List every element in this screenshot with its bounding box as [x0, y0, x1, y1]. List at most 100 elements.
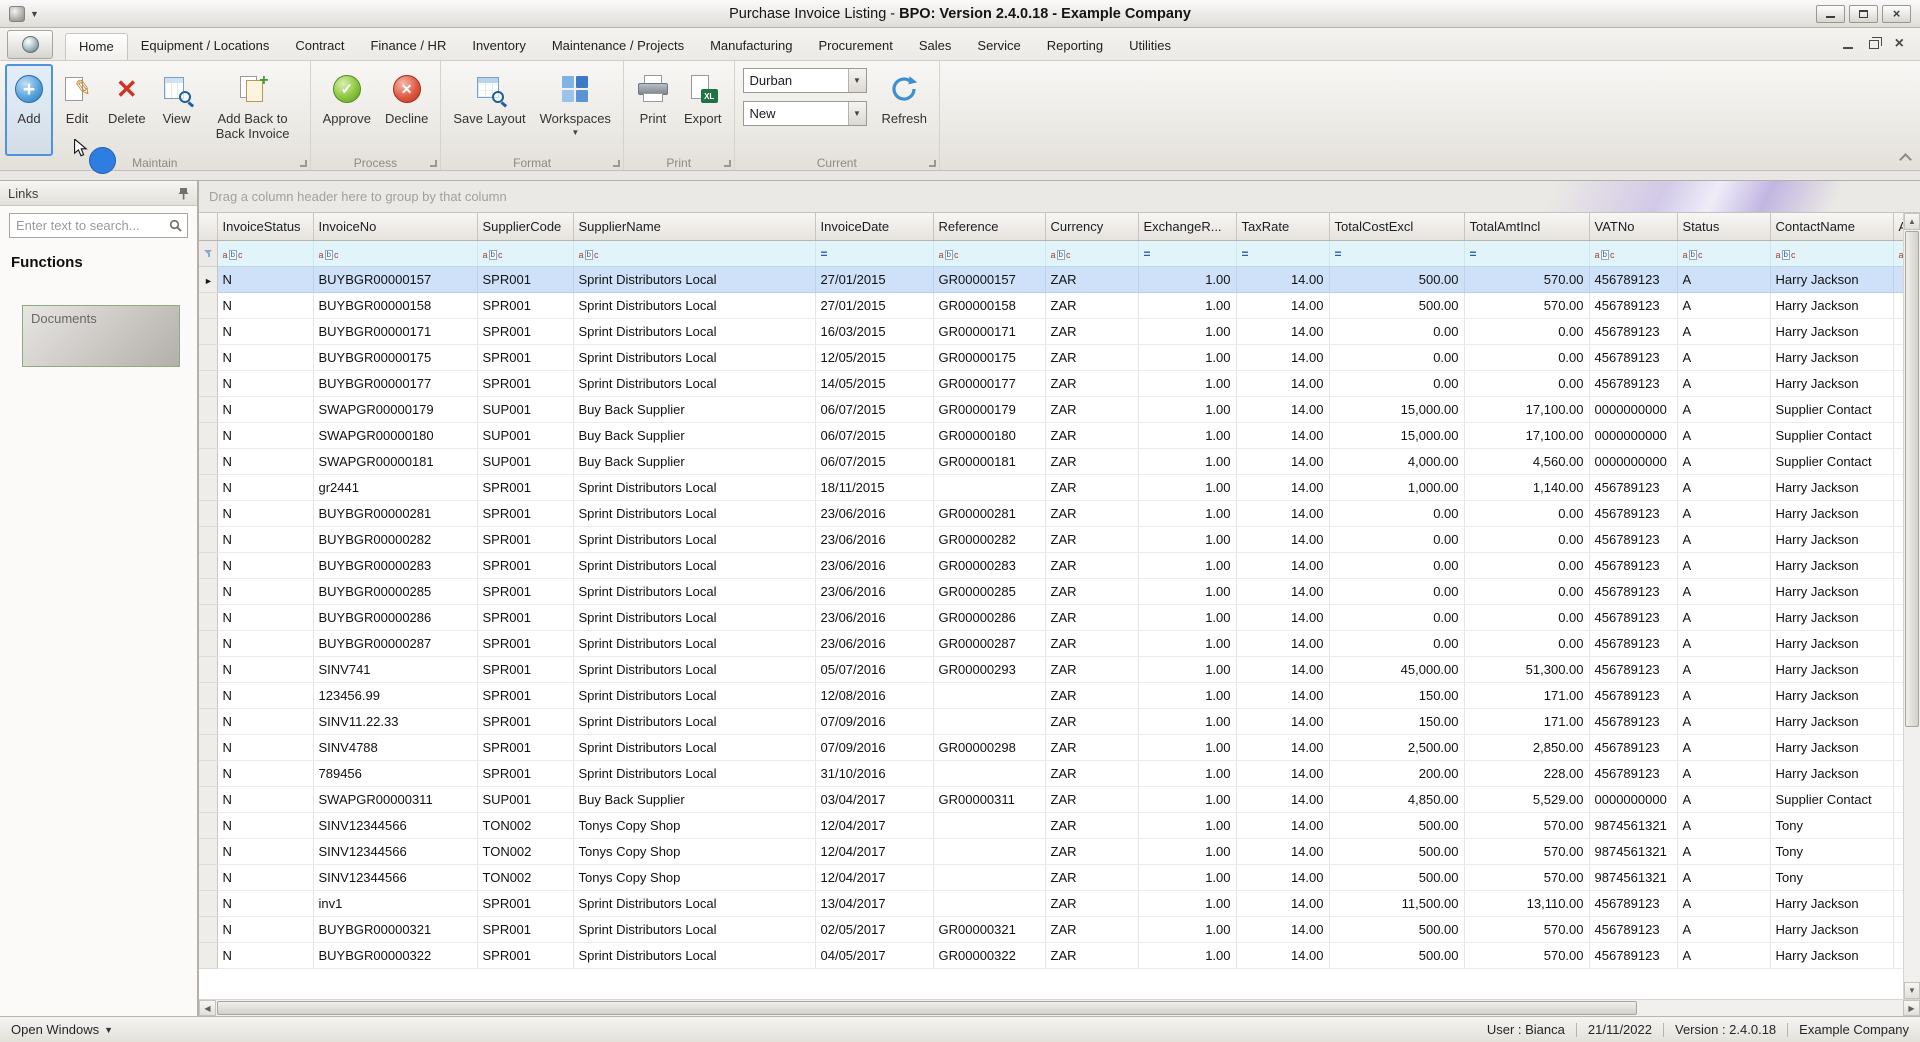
grid-cell[interactable]: 31/10/2016 [815, 760, 933, 786]
grid-cell[interactable]: 1.00 [1138, 890, 1236, 916]
grid-cell[interactable]: ZAR [1045, 292, 1138, 318]
grid-cell[interactable]: 0.00 [1329, 370, 1464, 396]
quick-access-caret-icon[interactable]: ▼ [30, 9, 39, 19]
filter-cell-suppliername[interactable]: abc [573, 240, 815, 266]
grid-cell[interactable]: 0.00 [1464, 526, 1589, 552]
grid-cell[interactable]: 0000000000 [1589, 448, 1677, 474]
filter-cell-invoicedate[interactable]: = [815, 240, 933, 266]
grid-cell[interactable]: Harry Jackson [1770, 708, 1893, 734]
grid-cell[interactable]: Harry Jackson [1770, 942, 1893, 968]
grid-cell[interactable]: SPR001 [477, 292, 573, 318]
grid-cell[interactable]: 14.00 [1236, 786, 1329, 812]
grid-cell[interactable]: N [217, 396, 313, 422]
tab-maintenance-projects[interactable]: Maintenance / Projects [539, 33, 697, 60]
grid-cell[interactable]: A [1677, 552, 1770, 578]
grid-cell[interactable]: 456789123 [1589, 526, 1677, 552]
grid-cell[interactable]: 14.00 [1236, 864, 1329, 890]
grid-cell[interactable]: Tonys Copy Shop [573, 812, 815, 838]
approve-button[interactable]: ✓ Approve [316, 64, 378, 156]
filter-cell-invoicestatus[interactable]: abc [217, 240, 313, 266]
grid-cell[interactable]: A [1677, 578, 1770, 604]
grid-cell[interactable]: 1.00 [1138, 812, 1236, 838]
grid-cell[interactable]: Sprint Distributors Local [573, 266, 815, 292]
grid-cell[interactable]: 23/06/2016 [815, 552, 933, 578]
grid-cell[interactable]: A [1677, 812, 1770, 838]
column-header-taxrate[interactable]: TaxRate [1236, 213, 1329, 240]
grid-cell[interactable]: 500.00 [1329, 812, 1464, 838]
grid-cell[interactable]: 171.00 [1464, 682, 1589, 708]
minimize-button[interactable] [1816, 5, 1845, 23]
grid-cell[interactable]: Harry Jackson [1770, 370, 1893, 396]
grid-cell[interactable]: SPR001 [477, 474, 573, 500]
grid-cell[interactable]: N [217, 708, 313, 734]
grid-cell[interactable]: BUYBGR00000321 [313, 916, 477, 942]
grid-cell[interactable]: 14.00 [1236, 578, 1329, 604]
grid-cell[interactable]: A [1677, 396, 1770, 422]
grid-cell[interactable]: Harry Jackson [1770, 604, 1893, 630]
grid-cell[interactable]: 11,500.00 [1329, 890, 1464, 916]
grid-cell[interactable]: 06/07/2015 [815, 448, 933, 474]
grid-cell[interactable]: SPR001 [477, 344, 573, 370]
grid-cell[interactable]: 0.00 [1329, 526, 1464, 552]
grid-cell[interactable]: 23/06/2016 [815, 604, 933, 630]
grid-cell[interactable]: SINV741 [313, 656, 477, 682]
grid-cell[interactable]: SPR001 [477, 604, 573, 630]
grid-cell[interactable]: 05/07/2016 [815, 656, 933, 682]
grid-cell[interactable]: Sprint Distributors Local [573, 604, 815, 630]
grid-cell[interactable]: A [1677, 838, 1770, 864]
grid-cell[interactable]: A [1677, 604, 1770, 630]
grid-cell[interactable]: N [217, 500, 313, 526]
grid-cell[interactable]: TON002 [477, 812, 573, 838]
grid-cell[interactable]: ZAR [1045, 422, 1138, 448]
grid-cell[interactable]: 9874561321 [1589, 812, 1677, 838]
grid-cell[interactable]: ZAR [1045, 552, 1138, 578]
grid-cell[interactable]: SINV12344566 [313, 864, 477, 890]
grid-cell[interactable]: 14.00 [1236, 630, 1329, 656]
table-row[interactable]: N789456SPR001Sprint Distributors Local31… [199, 760, 1920, 786]
grid-cell[interactable]: N [217, 734, 313, 760]
grid-cell[interactable]: 23/06/2016 [815, 500, 933, 526]
tab-finance-hr[interactable]: Finance / HR [357, 33, 459, 60]
grid-cell[interactable]: Tonys Copy Shop [573, 864, 815, 890]
tab-utilities[interactable]: Utilities [1116, 33, 1184, 60]
grid-cell[interactable]: 14.00 [1236, 942, 1329, 968]
grid-cell[interactable]: 1,000.00 [1329, 474, 1464, 500]
grid-cell[interactable] [933, 682, 1045, 708]
grid-cell[interactable]: 1.00 [1138, 292, 1236, 318]
grid-cell[interactable]: 456789123 [1589, 734, 1677, 760]
grid-cell[interactable]: 1.00 [1138, 708, 1236, 734]
grid-cell[interactable]: 14.00 [1236, 448, 1329, 474]
grid-cell[interactable]: Harry Jackson [1770, 552, 1893, 578]
grid-cell[interactable]: ZAR [1045, 630, 1138, 656]
grid-cell[interactable]: GR00000285 [933, 578, 1045, 604]
grid-cell[interactable]: N [217, 942, 313, 968]
table-row[interactable]: NSINV12344566TON002Tonys Copy Shop12/04/… [199, 838, 1920, 864]
grid-cell[interactable]: Harry Jackson [1770, 682, 1893, 708]
table-row[interactable]: NBUYBGR00000321SPR001Sprint Distributors… [199, 916, 1920, 942]
grid-cell[interactable]: 1.00 [1138, 682, 1236, 708]
grid-cell[interactable]: ZAR [1045, 656, 1138, 682]
grid-cell[interactable]: Sprint Distributors Local [573, 474, 815, 500]
grid-cell[interactable]: 18/11/2015 [815, 474, 933, 500]
dialog-launcher-icon[interactable] [929, 160, 936, 167]
grid-cell[interactable]: Buy Back Supplier [573, 786, 815, 812]
grid-cell[interactable]: BUYBGR00000322 [313, 942, 477, 968]
site-dropdown[interactable]: Durban ▼ [743, 68, 867, 93]
grid-cell[interactable]: 1.00 [1138, 344, 1236, 370]
grid-cell[interactable]: 0.00 [1464, 552, 1589, 578]
grid-cell[interactable]: 1.00 [1138, 604, 1236, 630]
grid-cell[interactable]: A [1677, 344, 1770, 370]
table-row[interactable]: Ngr2441SPR001Sprint Distributors Local18… [199, 474, 1920, 500]
grid-cell[interactable]: Harry Jackson [1770, 474, 1893, 500]
grid-cell[interactable]: A [1677, 682, 1770, 708]
grid-cell[interactable]: BUYBGR00000281 [313, 500, 477, 526]
grid-cell[interactable]: BUYBGR00000282 [313, 526, 477, 552]
grid-cell[interactable]: N [217, 760, 313, 786]
grid-cell[interactable]: Buy Back Supplier [573, 448, 815, 474]
grid-cell[interactable]: A [1677, 318, 1770, 344]
filter-cell-taxrate[interactable]: = [1236, 240, 1329, 266]
grid-cell[interactable]: ZAR [1045, 526, 1138, 552]
grid-cell[interactable]: Sprint Distributors Local [573, 682, 815, 708]
grid-cell[interactable]: N [217, 578, 313, 604]
grid-cell[interactable]: 123456.99 [313, 682, 477, 708]
